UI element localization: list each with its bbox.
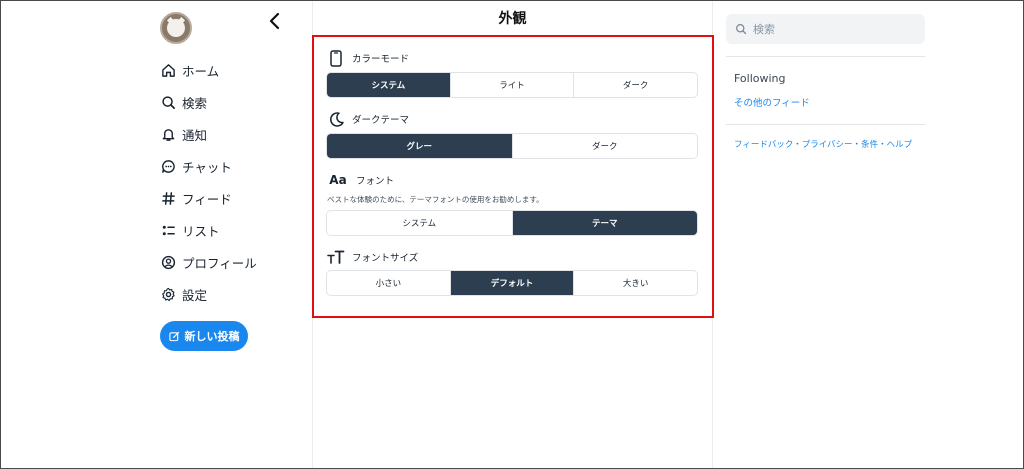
color-mode-option-light[interactable]: ライト <box>450 73 575 97</box>
moon-icon <box>327 110 345 128</box>
sidebar-item-feeds[interactable]: フィード <box>160 182 300 214</box>
right-divider-bottom <box>726 124 925 125</box>
compose-icon <box>168 331 179 341</box>
phone-icon <box>327 49 345 67</box>
avatar-face <box>167 19 185 37</box>
dark-theme-selector: グレー ダーク <box>326 133 698 159</box>
feedback-link[interactable]: フィードバック <box>734 140 793 150</box>
font-size-selector: 小さい デフォルト 大きい <box>326 270 698 296</box>
sidebar-item-label: 設定 <box>182 287 208 303</box>
text-size-icon <box>327 248 345 266</box>
profile-icon <box>160 254 176 270</box>
font-option-system[interactable]: システム <box>327 211 513 235</box>
new-post-button[interactable]: 新しい投稿 <box>160 321 248 351</box>
dark-theme-option-gray[interactable]: グレー <box>327 134 513 158</box>
bell-icon <box>160 126 176 142</box>
color-mode-option-system[interactable]: システム <box>327 73 451 97</box>
font-size-label: フォントサイズ <box>352 253 419 264</box>
color-mode-selector: システム ライト ダーク <box>326 72 698 98</box>
dark-theme-label: ダークテーマ <box>352 115 410 126</box>
footer-separator: ・ <box>793 140 802 150</box>
sidebar-item-label: フィード <box>182 191 232 207</box>
search-icon <box>160 94 176 110</box>
sidebar-item-chat[interactable]: チャット <box>160 150 300 182</box>
color-mode-header: カラーモード <box>327 49 409 67</box>
sidebar-nav: ホーム 検索 通知 チャット フィード リスト プロフィール 設定 <box>160 54 300 310</box>
gear-icon <box>160 286 176 302</box>
search-box[interactable] <box>726 14 925 44</box>
sidebar-item-label: 検索 <box>182 95 208 111</box>
new-post-label: 新しい投稿 <box>184 330 240 343</box>
feeds-title: Following <box>734 72 786 85</box>
hash-icon <box>160 190 176 206</box>
sidebar-item-label: プロフィール <box>182 255 257 271</box>
font-size-option-small[interactable]: 小さい <box>327 271 451 295</box>
more-feeds-link[interactable]: その他のフィード <box>734 95 810 109</box>
chevron-left-icon[interactable] <box>268 12 288 34</box>
font-size-option-default[interactable]: デフォルト <box>450 271 575 295</box>
sidebar-item-label: リスト <box>182 223 220 239</box>
sidebar-item-label: チャット <box>182 159 232 175</box>
search-icon <box>736 24 747 35</box>
privacy-link[interactable]: プライバシー <box>802 140 853 150</box>
search-input[interactable] <box>753 22 913 36</box>
font-size-header: フォントサイズ <box>327 248 418 266</box>
dark-theme-option-dark[interactable]: ダーク <box>512 134 697 158</box>
footer-separator: ・ <box>852 140 862 150</box>
sidebar-item-home[interactable]: ホーム <box>160 54 300 86</box>
sidebar-item-lists[interactable]: リスト <box>160 214 300 246</box>
sidebar-item-label: ホーム <box>182 63 220 79</box>
sidebar-item-notifications[interactable]: 通知 <box>160 118 300 150</box>
list-icon <box>160 222 176 238</box>
avatar[interactable] <box>160 12 192 44</box>
color-mode-option-dark[interactable]: ダーク <box>574 73 697 97</box>
footer-links: フィードバック・プライバシー・条件・ヘルプ <box>734 138 912 150</box>
terms-link[interactable]: 条件 <box>861 140 878 150</box>
home-icon <box>160 62 176 78</box>
help-link[interactable]: ヘルプ <box>887 140 913 150</box>
dark-theme-header: ダークテーマ <box>327 110 409 128</box>
font-icon: Aa <box>329 173 347 187</box>
sidebar-item-label: 通知 <box>182 127 208 143</box>
chat-icon <box>160 158 176 174</box>
font-header: Aa フォント <box>327 171 394 189</box>
sidebar-item-search[interactable]: 検索 <box>160 86 300 118</box>
font-description: ベストな体験のために、テーマフォントの使用をお勧めします。 <box>327 195 544 204</box>
font-selector: システム テーマ <box>326 210 698 236</box>
font-option-theme[interactable]: テーマ <box>512 211 697 235</box>
sidebar-item-profile[interactable]: プロフィール <box>160 246 300 278</box>
font-label: フォント <box>356 176 395 187</box>
sidebar-item-settings[interactable]: 設定 <box>160 278 300 310</box>
page-title: 外観 <box>498 11 527 27</box>
right-divider-top <box>726 56 925 57</box>
color-mode-label: カラーモード <box>352 54 410 65</box>
footer-separator: ・ <box>878 140 887 150</box>
font-size-option-large[interactable]: 大きい <box>574 271 697 295</box>
